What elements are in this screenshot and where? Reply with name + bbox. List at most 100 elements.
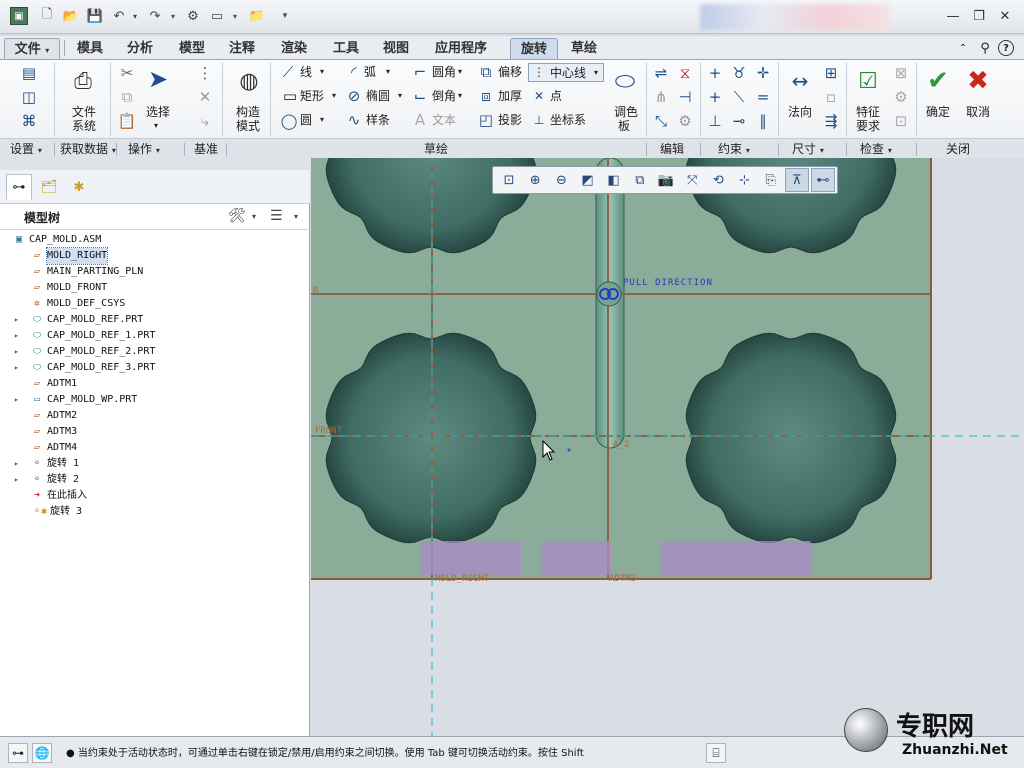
expand-icon[interactable]: ▸ — [14, 472, 19, 488]
shade-closed-icon[interactable]: ⊡ — [892, 112, 910, 130]
divide-icon[interactable]: ⋔ — [652, 88, 670, 106]
paste-icon[interactable]: 📋 — [118, 112, 137, 130]
thicken-icon[interactable]: ⧈ — [478, 87, 494, 105]
tree-item[interactable]: ▸ ▭ CAP_MOLD_WP.PRT — [0, 392, 308, 408]
tab-tools[interactable]: 工具 — [326, 38, 366, 59]
sketch-canvas[interactable] — [311, 158, 1024, 736]
construct-label-2[interactable]: 模式 — [236, 118, 260, 134]
ok-label[interactable]: 确定 — [926, 104, 950, 120]
palette-label-2[interactable]: 板 — [618, 118, 630, 134]
offset-icon[interactable]: ⧉ — [478, 63, 494, 81]
tab-file[interactable]: 文件 ▾ — [4, 38, 60, 59]
equal-constraint-icon[interactable]: = — [754, 88, 772, 106]
centerline-caret-icon[interactable]: ▾ — [594, 65, 598, 81]
cancel-label[interactable]: 取消 — [966, 104, 990, 120]
model-tree-tab-icon[interactable]: ⊶ — [6, 174, 32, 200]
tree-item[interactable]: ⚬✱ 旋转 3 — [0, 504, 308, 520]
tree-item[interactable]: ▱ ADTM2 — [0, 408, 308, 424]
baseline-icon[interactable]: ⇶ — [822, 112, 840, 130]
save-icon[interactable]: 💾 — [86, 7, 104, 25]
undo-dropdown-icon[interactable]: ▾ — [126, 7, 144, 25]
delete-icon[interactable]: ✕ — [196, 88, 214, 106]
tab-analysis[interactable]: 分析 — [120, 38, 160, 59]
line-icon[interactable]: ⟋ — [280, 63, 296, 81]
coincident-constraint-icon[interactable]: ⊸ — [730, 112, 748, 130]
tree-item[interactable]: ▸ ⚬ 旋转 2 — [0, 472, 308, 488]
tab-revolve[interactable]: 旋转 — [510, 38, 558, 59]
coordsys-icon[interactable]: ⊥ — [532, 112, 546, 128]
arc-label[interactable]: 弧 — [364, 64, 376, 80]
group-operations[interactable]: 操作 ▾ — [128, 141, 160, 159]
modify-icon[interactable]: ⇌ — [652, 64, 670, 82]
tree-item[interactable]: ▸ ⬭ CAP_MOLD_REF_1.PRT — [0, 328, 308, 344]
fillet-caret-icon[interactable]: ▾ — [458, 64, 462, 80]
tree-item[interactable]: ▱ ADTM1 — [0, 376, 308, 392]
sketch-view-toggle-icon[interactable]: ⎘ — [759, 168, 783, 192]
select-arrow-icon[interactable]: ➤ — [146, 64, 170, 94]
graphics-window[interactable]: PULL DIRECTION R FRONT A_2 MOLD_RIGHT AD… — [311, 158, 1024, 736]
text-label[interactable]: 文本 — [432, 112, 456, 128]
display-style-icon[interactable]: ◧ — [602, 168, 626, 192]
ellipse-caret-icon[interactable]: ▾ — [398, 88, 402, 104]
tree-item[interactable]: ▸ ⬭ CAP_MOLD_REF.PRT — [0, 312, 308, 328]
zoom-in-icon[interactable]: ⊕ — [523, 168, 547, 192]
corner-icon[interactable]: ⚙ — [676, 112, 694, 130]
circle-icon[interactable]: ◯ — [280, 112, 298, 130]
ribbon-collapse-icon[interactable]: ⌃ — [954, 39, 972, 57]
tree-item[interactable]: ▱ ADTM3 — [0, 424, 308, 440]
rectangle-icon[interactable]: ▭ — [282, 87, 298, 105]
folder-browser-tab-icon[interactable]: 🗂 — [36, 174, 62, 200]
saved-views-icon[interactable]: ⧉ — [628, 168, 652, 192]
more-icon[interactable]: ⋮ — [196, 64, 214, 82]
search-icon[interactable]: ⚲ — [976, 39, 994, 57]
expand-icon[interactable]: ▸ — [14, 392, 19, 408]
convert-icon[interactable]: ⤷ — [196, 112, 214, 130]
tree-columns-icon[interactable]: ☰ — [270, 208, 283, 224]
expand-icon[interactable]: ▸ — [14, 344, 19, 360]
normal-label[interactable]: 法向 — [788, 104, 812, 120]
arc-caret-icon[interactable]: ▾ — [386, 64, 390, 80]
window-dropdown-icon[interactable]: ▾ — [226, 7, 244, 25]
help-icon[interactable]: ? — [998, 40, 1014, 56]
dimension-display-icon[interactable]: ⊷ — [810, 168, 836, 192]
tree-settings-caret-icon[interactable]: ▾ — [252, 212, 256, 221]
cancel-icon[interactable]: ✖ — [962, 66, 994, 96]
window-icon[interactable]: ▭ — [208, 7, 226, 25]
perimeter-icon[interactable]: ⊞ — [822, 64, 840, 82]
vertical-constraint-icon[interactable]: + — [706, 64, 724, 82]
tree-item[interactable]: ✲ MOLD_DEF_CSYS — [0, 296, 308, 312]
close-button[interactable]: ✕ — [994, 6, 1016, 26]
midpoint-constraint-icon[interactable]: ⟍ — [730, 88, 748, 106]
group-inspect[interactable]: 检查 ▾ — [860, 141, 892, 159]
expand-icon[interactable]: ▸ — [14, 360, 19, 376]
file-system-label-2[interactable]: 系统 — [72, 118, 96, 134]
spline-label[interactable]: 样条 — [366, 112, 390, 128]
group-edit[interactable]: 编辑 — [660, 141, 684, 157]
tab-applications[interactable]: 应用程序 — [428, 38, 494, 59]
tree-item[interactable]: ▱ MOLD_RIGHT — [0, 247, 308, 265]
circle-label[interactable]: 圆 — [300, 112, 312, 128]
tree-columns-caret-icon[interactable]: ▾ — [294, 212, 298, 221]
tab-render[interactable]: 渲染 — [274, 38, 314, 59]
offset-label[interactable]: 偏移 — [498, 64, 522, 80]
mirror-icon[interactable]: ⧖ — [676, 64, 694, 82]
minimize-button[interactable]: — — [942, 6, 964, 26]
repaint-icon[interactable]: ◩ — [575, 168, 599, 192]
tree-item[interactable]: ▱ MAIN_PARTING_PLN — [0, 264, 308, 280]
project-icon[interactable]: ◰ — [478, 111, 494, 129]
expand-icon[interactable]: ▸ — [14, 456, 19, 472]
favorites-tab-icon[interactable]: ✱ — [66, 174, 92, 200]
tab-mold[interactable]: 模具 — [70, 38, 110, 59]
horizontal-constraint-icon[interactable]: + — [706, 88, 724, 106]
tree-item[interactable]: ▱ ADTM4 — [0, 440, 308, 456]
restore-button[interactable]: ❐ — [968, 6, 990, 26]
refit-icon[interactable]: ⊡ — [497, 168, 521, 192]
feature-req-label-2[interactable]: 要求 — [856, 118, 880, 134]
group-get-data[interactable]: 获取数据 ▾ — [60, 141, 116, 159]
navigator-toggle-icon[interactable]: ⊶ — [8, 743, 28, 763]
find-icon[interactable]: ⌸ — [706, 743, 726, 763]
new-icon[interactable]: 🗋 — [38, 7, 56, 25]
ok-icon[interactable]: ✔ — [922, 66, 954, 96]
group-sketch[interactable]: 草绘 — [424, 141, 448, 157]
coordsys-label[interactable]: 坐标系 — [550, 112, 586, 128]
